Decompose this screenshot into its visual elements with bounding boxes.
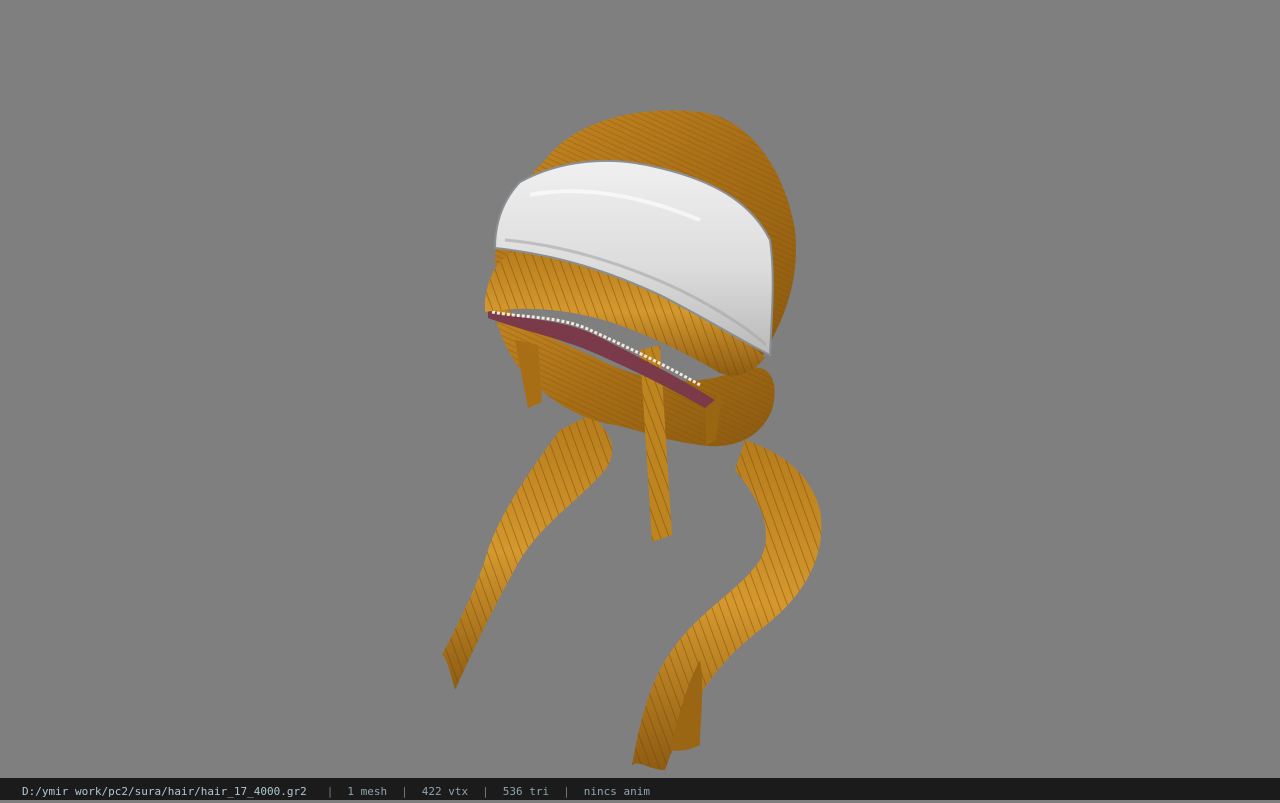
hair-model-render (442, 110, 822, 770)
left-ponytail (442, 415, 613, 690)
status-bar: D:/ymir work/pc2/sura/hair/hair_17_4000.… (0, 778, 1280, 800)
3d-viewport[interactable] (0, 0, 1280, 778)
